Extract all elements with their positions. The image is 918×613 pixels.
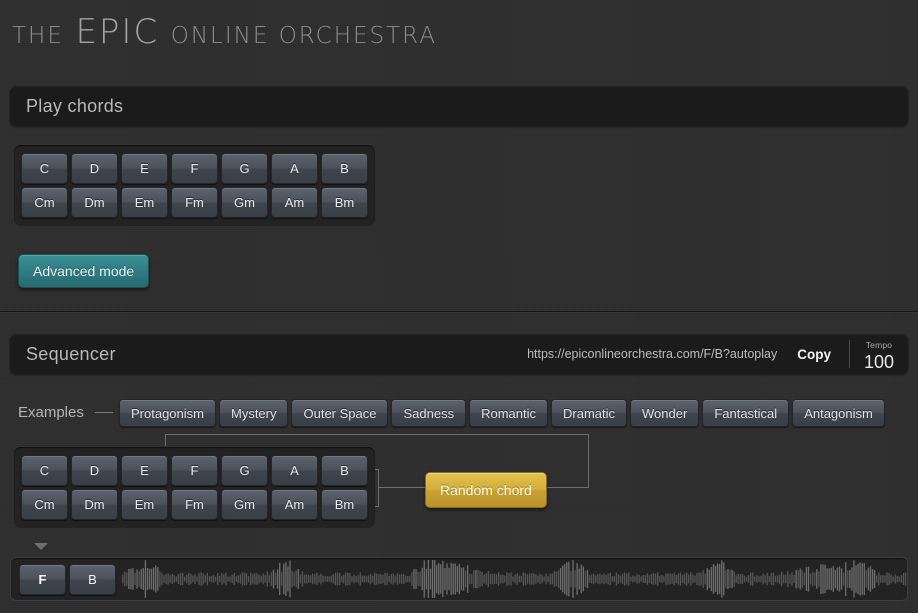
page-title: THE EPIC ONLINE ORCHESTRA bbox=[12, 12, 437, 52]
chord-pad-Cm[interactable]: Cm bbox=[21, 489, 68, 520]
header-divider bbox=[849, 340, 850, 368]
connector-to-random-left bbox=[378, 487, 426, 488]
playhead-marker-icon bbox=[34, 543, 48, 550]
play-chords-header: Play chords bbox=[10, 86, 908, 126]
tempo-control[interactable]: Tempo 100 bbox=[864, 336, 894, 373]
play-chords-title: Play chords bbox=[10, 96, 123, 117]
sequencer-header: Sequencer https://epiconlineorchestra.co… bbox=[10, 334, 908, 374]
title-epic: EPIC bbox=[75, 12, 159, 52]
chord-pad-A[interactable]: A bbox=[271, 153, 318, 184]
connector-pad-bracket-vertical bbox=[378, 469, 379, 506]
example-button-sadness[interactable]: Sadness bbox=[391, 399, 466, 427]
copy-button[interactable]: Copy bbox=[797, 347, 831, 362]
chord-pad-Dm[interactable]: Dm bbox=[71, 187, 118, 218]
connector-left-stub bbox=[165, 434, 166, 446]
chord-pad-Gm[interactable]: Gm bbox=[221, 489, 268, 520]
examples-dash bbox=[95, 412, 113, 413]
track-step-F[interactable]: F bbox=[19, 564, 66, 595]
minor-chord-row: CmDmEmFmGmAmBm bbox=[21, 489, 368, 520]
chord-pad-Em[interactable]: Em bbox=[121, 187, 168, 218]
example-button-protagonism[interactable]: Protagonism bbox=[119, 399, 216, 427]
tempo-value[interactable]: 100 bbox=[864, 352, 894, 372]
sequencer-title: Sequencer bbox=[10, 344, 116, 365]
chord-pad-C[interactable]: C bbox=[21, 455, 68, 486]
waveform-display bbox=[122, 557, 907, 601]
chord-pad-F[interactable]: F bbox=[171, 153, 218, 184]
chord-pad-Fm[interactable]: Fm bbox=[171, 489, 218, 520]
example-button-wonder[interactable]: Wonder bbox=[630, 399, 699, 427]
chord-pad-Bm[interactable]: Bm bbox=[321, 187, 368, 218]
section-divider bbox=[0, 311, 918, 312]
example-button-outer-space[interactable]: Outer Space bbox=[291, 399, 388, 427]
chord-pad-D[interactable]: D bbox=[71, 455, 118, 486]
minor-chord-row: CmDmEmFmGmAmBm bbox=[21, 187, 368, 218]
example-button-fantastical[interactable]: Fantastical bbox=[702, 399, 789, 427]
example-button-romantic[interactable]: Romantic bbox=[469, 399, 548, 427]
sequencer-pad-group: CDEFGAB CmDmEmFmGmAmBm bbox=[14, 447, 375, 528]
chord-pad-D[interactable]: D bbox=[71, 153, 118, 184]
play-chords-pad-group: CDEFGAB CmDmEmFmGmAmBm bbox=[14, 145, 375, 226]
share-url-text: https://epiconlineorchestra.com/F/B?auto… bbox=[527, 347, 777, 361]
major-chord-row: CDEFGAB bbox=[21, 455, 368, 486]
connector-right-vertical bbox=[588, 434, 589, 487]
tempo-label: Tempo bbox=[866, 340, 893, 350]
chord-pad-Gm[interactable]: Gm bbox=[221, 187, 268, 218]
track-step-list: FB bbox=[11, 564, 116, 595]
chord-pad-Em[interactable]: Em bbox=[121, 489, 168, 520]
app-root: THE EPIC ONLINE ORCHESTRA Play chords CD… bbox=[0, 0, 918, 613]
chord-pad-Dm[interactable]: Dm bbox=[71, 489, 118, 520]
example-button-mystery[interactable]: Mystery bbox=[219, 399, 289, 427]
chord-pad-Bm[interactable]: Bm bbox=[321, 489, 368, 520]
chord-pad-Cm[interactable]: Cm bbox=[21, 187, 68, 218]
connector-to-random-right bbox=[541, 487, 589, 488]
advanced-mode-button[interactable]: Advanced mode bbox=[18, 254, 149, 288]
connector-top-horizontal bbox=[165, 434, 589, 435]
examples-button-row: ProtagonismMysteryOuter SpaceSadnessRoma… bbox=[119, 399, 885, 427]
title-online-orchestra: ONLINE ORCHESTRA bbox=[171, 23, 437, 49]
chord-pad-G[interactable]: G bbox=[221, 455, 268, 486]
sequencer-track: FB bbox=[10, 557, 908, 601]
random-chord-button[interactable]: Random chord bbox=[425, 472, 547, 508]
chord-pad-C[interactable]: C bbox=[21, 153, 68, 184]
sequencer-header-controls: https://epiconlineorchestra.com/F/B?auto… bbox=[527, 336, 908, 373]
chord-pad-Fm[interactable]: Fm bbox=[171, 187, 218, 218]
track-step-B[interactable]: B bbox=[69, 564, 116, 595]
title-the: THE bbox=[12, 23, 64, 49]
chord-pad-G[interactable]: G bbox=[221, 153, 268, 184]
example-button-antagonism[interactable]: Antagonism bbox=[792, 399, 885, 427]
chord-pad-Am[interactable]: Am bbox=[271, 489, 318, 520]
chord-pad-B[interactable]: B bbox=[321, 153, 368, 184]
chord-pad-F[interactable]: F bbox=[171, 455, 218, 486]
chord-pad-B[interactable]: B bbox=[321, 455, 368, 486]
examples-label: Examples bbox=[18, 404, 84, 421]
major-chord-row: CDEFGAB bbox=[21, 153, 368, 184]
chord-pad-E[interactable]: E bbox=[121, 455, 168, 486]
example-button-dramatic[interactable]: Dramatic bbox=[551, 399, 627, 427]
chord-pad-E[interactable]: E bbox=[121, 153, 168, 184]
chord-pad-Am[interactable]: Am bbox=[271, 187, 318, 218]
chord-pad-A[interactable]: A bbox=[271, 455, 318, 486]
